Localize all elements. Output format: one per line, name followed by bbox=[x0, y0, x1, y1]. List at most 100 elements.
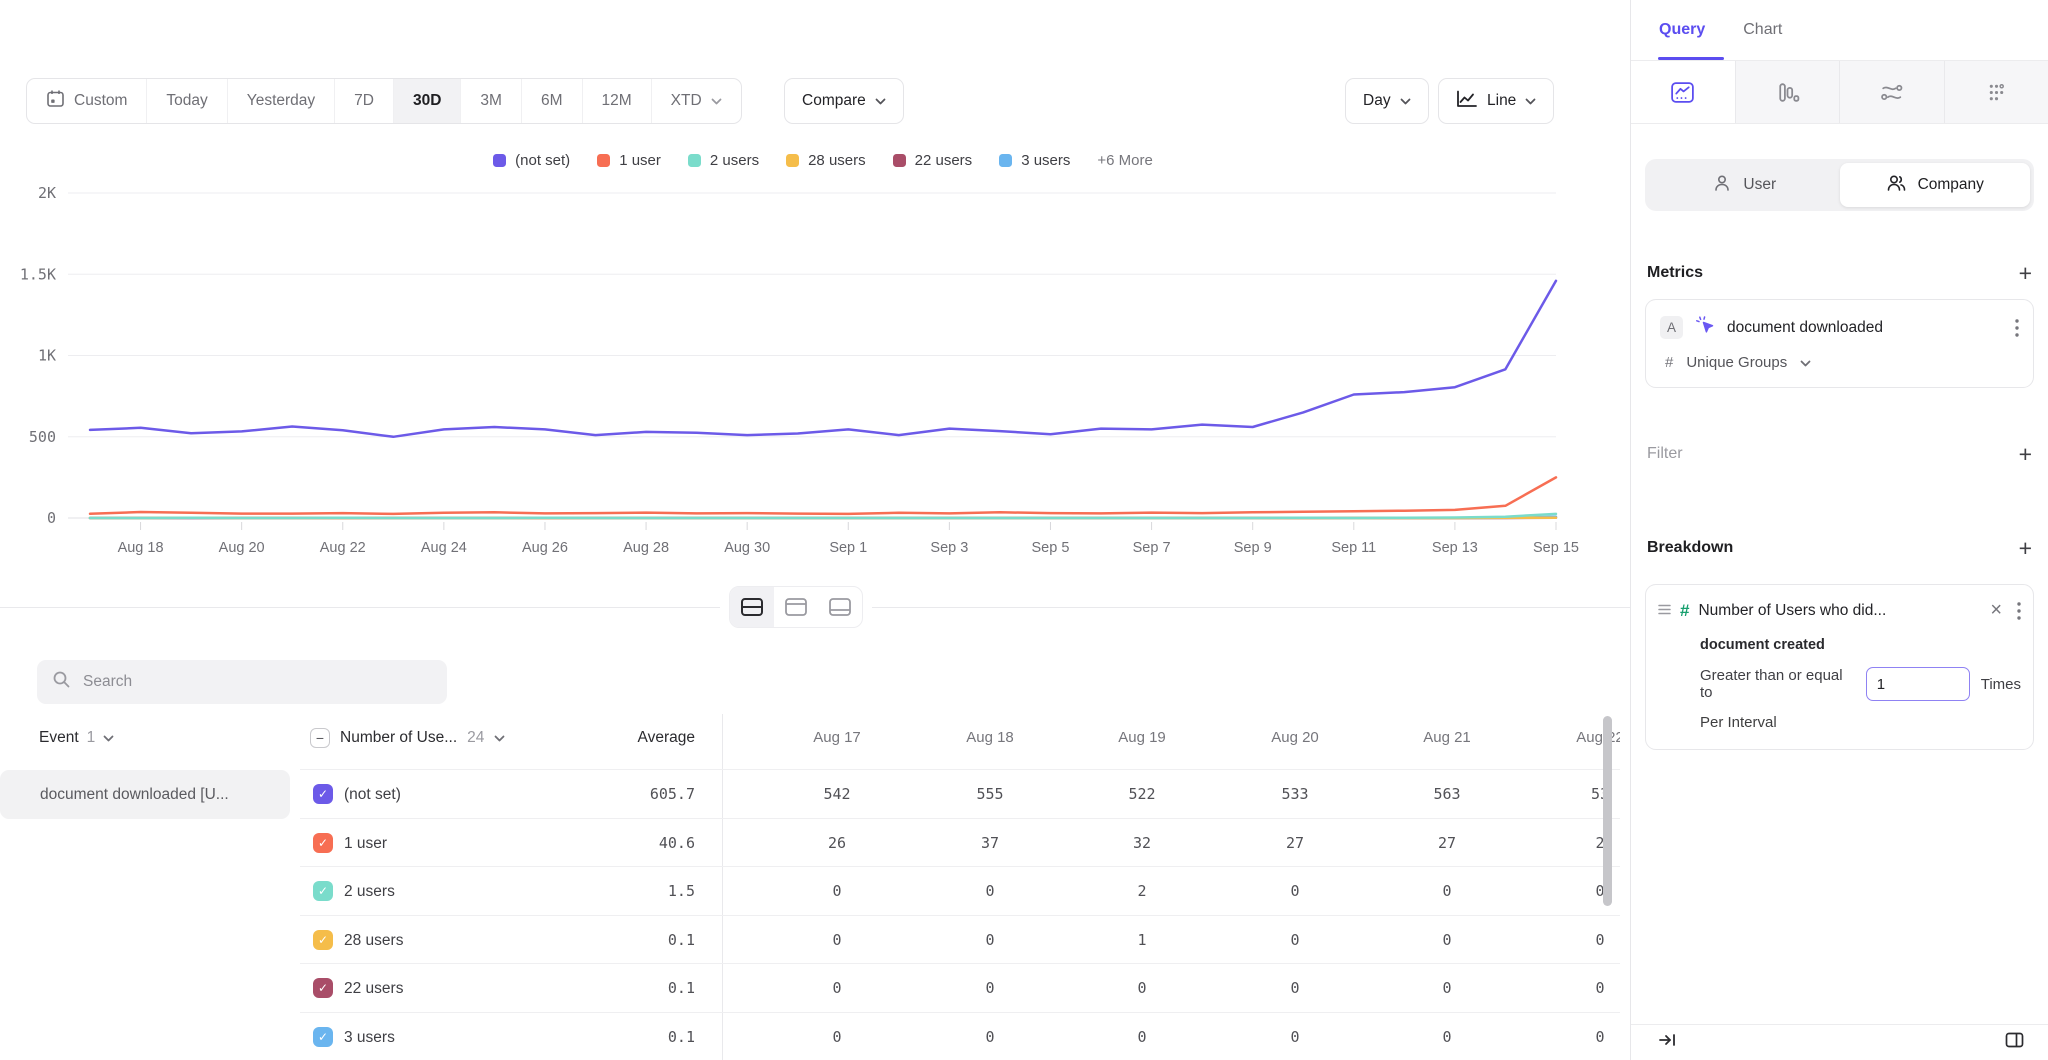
query-sidebar: Query Chart User C bbox=[1630, 0, 2048, 1060]
cell-value: 522 bbox=[1067, 770, 1217, 819]
chart-type-button[interactable]: Line bbox=[1438, 78, 1554, 124]
average-value: 0.1 bbox=[545, 1013, 695, 1060]
series-label: 22 users bbox=[344, 964, 403, 1013]
breakdown-kebab-menu[interactable] bbox=[2017, 602, 2021, 620]
range-option-yesterday[interactable]: Yesterday bbox=[228, 79, 335, 123]
add-metric-button[interactable]: + bbox=[2019, 263, 2032, 283]
line-chart[interactable]: 05001K1.5K2KAug 18Aug 20Aug 22Aug 24Aug … bbox=[0, 180, 1630, 560]
legend-item[interactable]: 22 users bbox=[893, 152, 973, 169]
flow-chart-type-button[interactable] bbox=[1839, 61, 1944, 123]
cell-value: 0 bbox=[1220, 1013, 1370, 1060]
legend-swatch bbox=[688, 154, 701, 167]
legend-item[interactable]: 1 user bbox=[597, 152, 661, 169]
range-option-12m[interactable]: 12M bbox=[583, 79, 652, 123]
remove-breakdown-button[interactable]: × bbox=[1990, 599, 2002, 622]
cell-value: 555 bbox=[915, 770, 1065, 819]
analytics-app: CustomTodayYesterday7D30D3M6M12MXTD Comp… bbox=[0, 0, 2048, 1060]
svg-text:Sep 11: Sep 11 bbox=[1331, 540, 1376, 556]
legend-item[interactable]: 2 users bbox=[688, 152, 759, 169]
add-breakdown-button[interactable]: + bbox=[2019, 538, 2032, 558]
series-label: 3 users bbox=[344, 1013, 395, 1060]
metric-event-name[interactable]: document downloaded bbox=[1727, 319, 2004, 337]
breakdown-event-name[interactable]: document created bbox=[1700, 637, 2021, 653]
table-row: ✓ 2 users 1.5 002000 bbox=[300, 866, 1620, 915]
company-toggle-label: Company bbox=[1918, 176, 1984, 194]
date-column-header: Aug 21 bbox=[1372, 716, 1522, 760]
granularity-button[interactable]: Day bbox=[1345, 78, 1429, 124]
table-only-view-button[interactable] bbox=[818, 587, 862, 627]
breakdown-per-label[interactable]: Per Interval bbox=[1700, 714, 2021, 731]
legend-item[interactable]: 28 users bbox=[786, 152, 866, 169]
user-toggle-option[interactable]: User bbox=[1649, 163, 1840, 207]
collapse-panel-icon[interactable] bbox=[1658, 1032, 1678, 1053]
line-chart-icon bbox=[1456, 90, 1478, 113]
legend-item[interactable]: 3 users bbox=[999, 152, 1070, 169]
range-option-30d[interactable]: 30D bbox=[394, 79, 461, 123]
tab-query[interactable]: Query bbox=[1659, 21, 1705, 39]
legend-item[interactable]: (not set) bbox=[493, 152, 570, 169]
split-panel-icon[interactable] bbox=[2005, 1032, 2024, 1053]
cell-value: 0 bbox=[762, 964, 912, 1013]
metric-card[interactable]: A document downloaded # Unique Groups bbox=[1645, 299, 2034, 388]
average-value: 40.6 bbox=[545, 819, 695, 868]
cell-value: 37 bbox=[915, 819, 1065, 868]
table-scrollbar[interactable] bbox=[1603, 716, 1612, 906]
metric-aggregation[interactable]: # Unique Groups bbox=[1660, 354, 2019, 371]
cell-value: 0 bbox=[1372, 916, 1522, 965]
drag-handle-icon[interactable] bbox=[1658, 602, 1671, 620]
cell-value: 0 bbox=[1372, 964, 1522, 1013]
average-value: 0.1 bbox=[545, 964, 695, 1013]
line-chart-type-button[interactable] bbox=[1631, 61, 1735, 123]
date-column-headers: Aug 17Aug 18Aug 19Aug 20Aug 21Aug 22 bbox=[0, 716, 1620, 760]
series-checkbox[interactable]: ✓ bbox=[313, 833, 333, 853]
svg-text:Sep 3: Sep 3 bbox=[930, 540, 968, 556]
breakdown-section-header: Breakdown + bbox=[1647, 538, 2032, 558]
svg-text:500: 500 bbox=[29, 428, 56, 446]
legend-swatch bbox=[786, 154, 799, 167]
chart-type-selector bbox=[1631, 61, 2048, 124]
add-filter-button[interactable]: + bbox=[2019, 444, 2032, 464]
user-toggle-label: User bbox=[1743, 176, 1776, 194]
cell-value: 0 bbox=[1525, 964, 1620, 1013]
breakdown-value-input[interactable] bbox=[1866, 667, 1970, 701]
breakdown-title[interactable]: Number of Users who did... bbox=[1698, 602, 1981, 620]
series-checkbox[interactable]: ✓ bbox=[313, 1027, 333, 1047]
series-checkbox[interactable]: ✓ bbox=[313, 881, 333, 901]
chevron-down-icon bbox=[711, 92, 722, 110]
breakdown-unit-label: Times bbox=[1981, 676, 2021, 693]
svg-text:1.5K: 1.5K bbox=[20, 265, 56, 283]
range-option-xtd[interactable]: XTD bbox=[652, 79, 741, 123]
event-list-item[interactable]: document downloaded [U... bbox=[0, 770, 290, 819]
sidebar-tabs: Query Chart bbox=[1631, 0, 2048, 61]
range-option-3m[interactable]: 3M bbox=[461, 79, 522, 123]
active-tab-underline bbox=[1658, 57, 1724, 61]
range-option-7d[interactable]: 7D bbox=[335, 79, 394, 123]
dot-grid-chart-type-button[interactable] bbox=[1944, 61, 2048, 123]
cell-value: 0 bbox=[915, 964, 1065, 1013]
metric-kebab-menu[interactable] bbox=[2015, 319, 2019, 337]
search-input[interactable] bbox=[83, 673, 413, 691]
range-option-6m[interactable]: 6M bbox=[522, 79, 583, 123]
split-view-button[interactable] bbox=[730, 587, 774, 627]
average-value: 605.7 bbox=[545, 770, 695, 819]
cell-value: 542 bbox=[762, 770, 912, 819]
series-checkbox[interactable]: ✓ bbox=[313, 930, 333, 950]
series-checkbox[interactable]: ✓ bbox=[313, 784, 333, 804]
tab-chart[interactable]: Chart bbox=[1743, 21, 1782, 39]
cell-value: 0 bbox=[1525, 916, 1620, 965]
table-row: ✓ (not set) 605.7 54255552253356353 bbox=[300, 769, 1620, 818]
table-body: ✓ (not set) 605.7 54255552253356353 ✓ 1 … bbox=[300, 769, 1620, 1060]
company-toggle-option[interactable]: Company bbox=[1840, 163, 2031, 207]
chart-only-view-button[interactable] bbox=[774, 587, 818, 627]
range-option-custom[interactable]: Custom bbox=[27, 79, 147, 123]
breakdown-card[interactable]: # Number of Users who did... × document … bbox=[1645, 584, 2034, 750]
svg-text:Aug 22: Aug 22 bbox=[320, 540, 366, 556]
compare-label: Compare bbox=[802, 92, 866, 110]
compare-button[interactable]: Compare bbox=[784, 78, 904, 124]
date-column-header: Aug 20 bbox=[1220, 716, 1370, 760]
series-checkbox[interactable]: ✓ bbox=[313, 978, 333, 998]
legend-more[interactable]: +6 More bbox=[1097, 152, 1152, 169]
bar-chart-type-button[interactable] bbox=[1735, 61, 1840, 123]
search-box[interactable] bbox=[37, 660, 447, 704]
range-option-today[interactable]: Today bbox=[147, 79, 227, 123]
